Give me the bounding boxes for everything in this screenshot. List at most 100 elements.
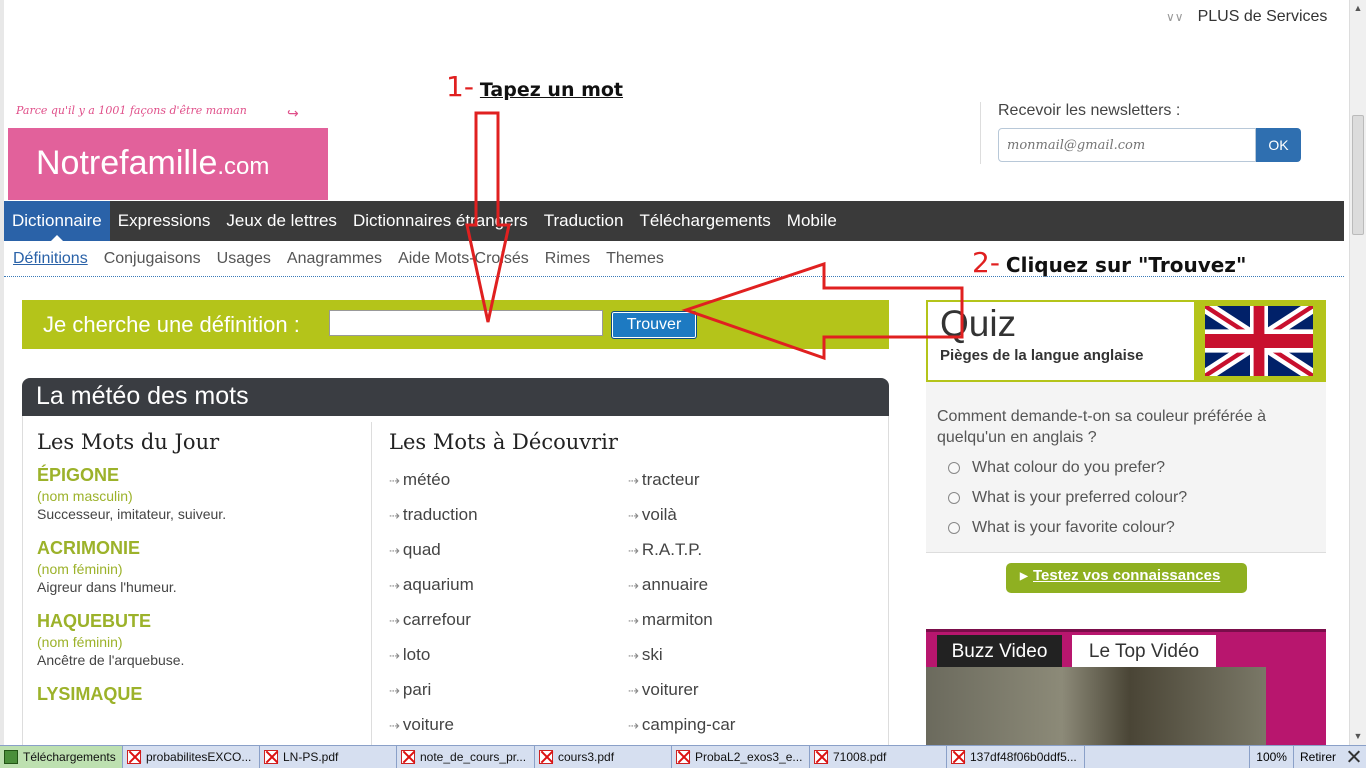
radio-button[interactable] <box>948 462 960 474</box>
browser-page: ∨∨ PLUS de Services Parce qu'il y a 1001 … <box>0 0 1366 768</box>
discover-word-link[interactable]: ⇢ ski <box>628 645 867 666</box>
discover-word-label: loto <box>402 645 431 664</box>
quiz-option[interactable]: What is your preferred colour? <box>948 489 1187 507</box>
discover-word-link[interactable]: ⇢ météo <box>389 470 628 491</box>
quiz-option-label: What colour do you prefer? <box>972 459 1165 476</box>
column-divider <box>371 422 372 752</box>
quiz-option-label: What is your favorite colour? <box>972 519 1175 536</box>
discover-word-link[interactable]: ⇢ quad <box>389 540 628 561</box>
scrollbar-thumb[interactable] <box>1352 115 1364 235</box>
nav-item-dictionnaire[interactable]: Dictionnaire <box>4 201 110 241</box>
uk-flag-icon <box>1205 306 1313 376</box>
discover-word-link[interactable]: ⇢ carrefour <box>389 610 628 631</box>
word-title-link[interactable]: ACRIMONIE <box>37 538 367 559</box>
retirer-button[interactable]: Retirer <box>1292 746 1342 768</box>
task-telechargements[interactable]: Téléchargements <box>0 746 123 768</box>
arrow-right-icon: ⇢ <box>389 508 400 523</box>
definition-search-input[interactable] <box>329 310 603 336</box>
task-pdf[interactable]: LN-PS.pdf <box>260 746 397 768</box>
subnav-item-conjugaisons[interactable]: Conjugaisons <box>104 250 201 268</box>
word-title-link[interactable]: ÉPIGONE <box>37 465 367 486</box>
quiz-option[interactable]: What is your favorite colour? <box>948 519 1175 537</box>
task-pdf[interactable]: 71008.pdf <box>810 746 947 768</box>
nav-item-telechargements[interactable]: Téléchargements <box>631 201 778 241</box>
nav-item-dictionnaires-etrangers[interactable]: Dictionnaires étrangers <box>345 201 536 241</box>
discover-word-link[interactable]: ⇢ marmiton <box>628 610 867 631</box>
nav-item-jeux-de-lettres[interactable]: Jeux de lettres <box>218 201 345 241</box>
vertical-scrollbar[interactable]: ▲ ▼ <box>1349 0 1366 745</box>
subnav-item-usages[interactable]: Usages <box>217 250 271 268</box>
discover-word-label: voilà <box>641 505 677 524</box>
arrow-right-icon: ⇢ <box>628 543 639 558</box>
newsletter-ok-button[interactable]: OK <box>1256 128 1301 162</box>
task-pdf[interactable]: cours3.pdf <box>535 746 672 768</box>
discover-word-link[interactable]: ⇢ annuaire <box>628 575 867 596</box>
discover-word-label: pari <box>402 680 432 699</box>
step-1-text: Tapez un mot <box>479 79 624 101</box>
scroll-up-arrow-icon[interactable]: ▲ <box>1350 0 1366 17</box>
tagline-arrow-icon: ↪ <box>287 105 299 121</box>
quiz-widget: Quiz Pièges de la langue anglaise Commen… <box>926 300 1326 602</box>
quiz-title-box: Quiz Pièges de la langue anglaise <box>926 300 1196 382</box>
discover-word-link[interactable]: ⇢ traduction <box>389 505 628 526</box>
word-type: (nom masculin) <box>37 488 133 504</box>
tab-top-video[interactable]: Le Top Vidéo <box>1072 635 1216 667</box>
discover-word-link[interactable]: ⇢ voiturer <box>628 680 867 701</box>
discover-word-link[interactable]: ⇢ pari <box>389 680 628 701</box>
quiz-subtitle: Pièges de la langue anglaise <box>940 347 1144 364</box>
subnav-item-rimes[interactable]: Rimes <box>545 250 590 268</box>
radio-button[interactable] <box>948 522 960 534</box>
discover-word-link[interactable]: ⇢ loto <box>389 645 628 666</box>
subnav-item-aide-mots-croises[interactable]: Aide Mots-Croisés <box>398 250 529 268</box>
definition-search-bar: Je cherche une définition : Trouver <box>22 300 889 349</box>
arrow-right-icon: ⇢ <box>628 613 639 628</box>
nav-item-expressions[interactable]: Expressions <box>110 201 219 241</box>
pdf-icon <box>676 750 690 764</box>
discover-word-link[interactable]: ⇢ voiture <box>389 715 628 736</box>
pdf-icon <box>401 750 415 764</box>
scroll-down-arrow-icon[interactable]: ▼ <box>1350 728 1366 745</box>
task-label: probabilitesEXCO... <box>146 750 252 764</box>
discover-word-label: ski <box>641 645 663 664</box>
quiz-option[interactable]: What colour do you prefer? <box>948 459 1165 477</box>
newsletter-label: Recevoir les newsletters : <box>998 102 1181 119</box>
discover-word-link[interactable]: ⇢ aquarium <box>389 575 628 596</box>
logo-main-text: Notrefamille <box>36 144 218 182</box>
newsletter-email-input[interactable] <box>998 128 1256 162</box>
quiz-option-label: What is your preferred colour? <box>972 489 1188 506</box>
task-label: note_de_cours_pr... <box>420 750 527 764</box>
nav-item-mobile[interactable]: Mobile <box>779 201 845 241</box>
close-icon[interactable] <box>1348 751 1360 763</box>
video-thumbnail[interactable] <box>926 667 1266 749</box>
subnav-item-anagrammes[interactable]: Anagrammes <box>287 250 382 268</box>
tab-buzz-video[interactable]: Buzz Video <box>937 635 1062 667</box>
task-pdf[interactable]: probabilitesEXCO... <box>123 746 260 768</box>
zoom-level[interactable]: 100% <box>1249 746 1293 768</box>
task-pdf[interactable]: 137df48f06b0ddf5... <box>947 746 1085 768</box>
download-icon <box>4 750 18 764</box>
instruction-step-2: 2- Cliquez sur "Trouvez" <box>972 246 1246 279</box>
task-pdf[interactable]: note_de_cours_pr... <box>397 746 535 768</box>
discover-word-link[interactable]: ⇢ camping-car <box>628 715 867 736</box>
triangle-right-icon: ▶ <box>1020 571 1028 582</box>
discover-word-link[interactable]: ⇢ R.A.T.P. <box>628 540 867 561</box>
discover-word-link[interactable]: ⇢ voilà <box>628 505 867 526</box>
task-pdf[interactable]: ProbaL2_exos3_e... <box>672 746 810 768</box>
task-label: 137df48f06b0ddf5... <box>970 750 1077 764</box>
site-logo[interactable]: Notrefamille.com <box>8 128 328 200</box>
word-of-day-entry: ACRIMONIE (nom féminin) Aigreur dans l'h… <box>37 538 367 595</box>
discover-word-link[interactable]: ⇢ tracteur <box>628 470 867 491</box>
word-title-link[interactable]: HAQUEBUTE <box>37 611 367 632</box>
plus-services-menu[interactable]: ∨∨ PLUS de Services <box>1166 8 1327 26</box>
nav-item-traduction[interactable]: Traduction <box>536 201 632 241</box>
subnav-divider <box>4 276 1344 277</box>
testez-connaissances-button[interactable]: ▶ Testez vos connaissances <box>1006 563 1247 593</box>
discover-word-label: traduction <box>402 505 478 524</box>
radio-button[interactable] <box>948 492 960 504</box>
word-title-link[interactable]: LYSIMAQUE <box>37 684 367 705</box>
task-label: 71008.pdf <box>833 750 887 764</box>
trouver-button[interactable]: Trouver <box>611 311 697 339</box>
subnav-item-definitions[interactable]: Définitions <box>13 250 88 268</box>
mots-a-decouvrir-column: Les Mots à Découvrir ⇢ météo ⇢ tracteur ⇢ t… <box>389 430 879 736</box>
subnav-item-themes[interactable]: Themes <box>606 250 664 268</box>
